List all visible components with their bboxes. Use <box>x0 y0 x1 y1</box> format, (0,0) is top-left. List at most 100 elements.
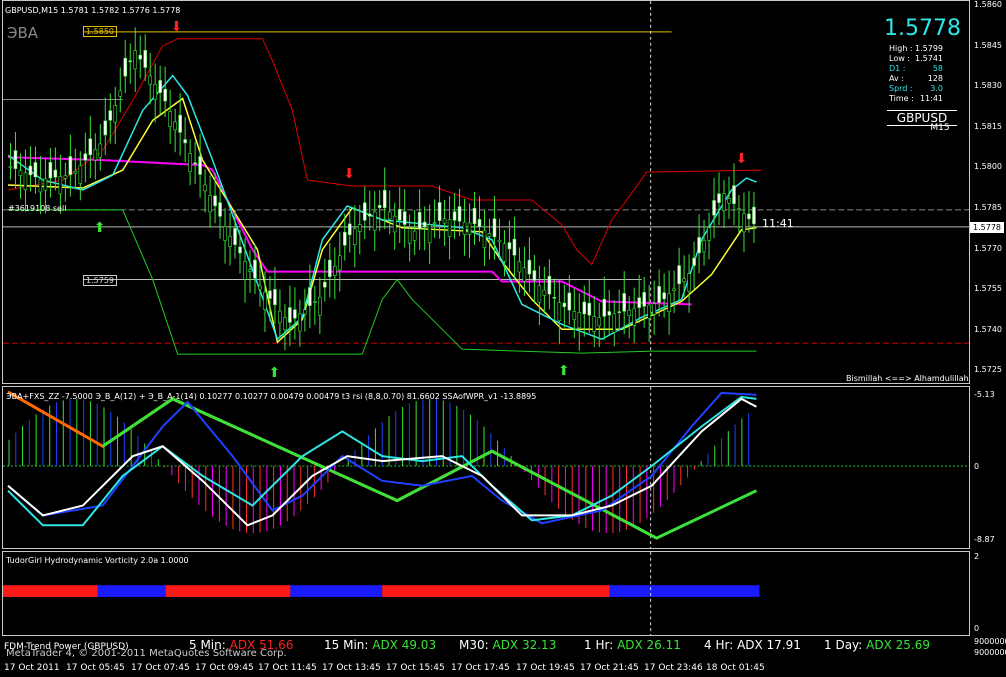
time-axis-label: 17 Oct 11:45 <box>258 663 317 673</box>
candle-body <box>342 231 347 246</box>
adx-label: 4 Hr: <box>704 638 738 652</box>
candle-body <box>602 298 607 317</box>
adx-label: 1 Hr: <box>584 638 618 652</box>
candle-body <box>268 290 272 299</box>
candle-body <box>747 213 751 220</box>
time-axis-label: 17 Oct 2011 <box>4 663 60 673</box>
main-chart-pane[interactable]: ⬇ ⬆ ⬆ ⬇ ⬆ ⬇ <box>2 0 970 384</box>
candle-body <box>392 215 397 233</box>
candle-body <box>298 313 302 332</box>
candle-body <box>328 259 332 278</box>
price-axis-label: 1.5725 <box>974 365 1002 375</box>
candle-body <box>412 230 417 241</box>
candle-body <box>732 185 736 205</box>
oscillator-chart[interactable] <box>3 387 969 548</box>
candle-body <box>607 311 612 316</box>
candle-body <box>263 291 267 310</box>
candle-body <box>687 273 691 292</box>
candle-body <box>467 222 472 235</box>
candle-body <box>28 165 33 176</box>
level-box-1585: 1.5850 <box>83 26 117 37</box>
candle-body <box>612 313 617 333</box>
candle-body <box>78 165 83 184</box>
price-axis-label: 1.5785 <box>974 203 1002 212</box>
candle-body <box>532 270 537 281</box>
candle-body <box>542 289 547 296</box>
candle-body <box>367 213 372 217</box>
price-axis-label: 1.5770 <box>974 243 1002 253</box>
vort-axis-bottom: 0 <box>974 624 980 633</box>
candle-body <box>527 259 532 275</box>
price-axis-label: 1.5800 <box>974 162 1002 172</box>
candle-body <box>677 265 681 285</box>
vorticity-header: TudorGirl Hydrodynamic Vorticity 2.0a 1.… <box>6 556 189 565</box>
time-axis-label: 17 Oct 17:45 <box>451 663 510 673</box>
candle-body <box>642 292 646 307</box>
time-axis-label: 18 Oct 01:45 <box>706 663 765 673</box>
candle-body <box>138 54 143 60</box>
oscillator-pane[interactable] <box>2 386 970 549</box>
candle-body <box>672 288 676 291</box>
price-axis-label: 1.5860 <box>974 0 1002 9</box>
stat-key: Av : <box>889 74 904 83</box>
candle-body <box>93 149 98 161</box>
candle-body <box>522 267 527 282</box>
candle-body <box>293 309 297 319</box>
candle-body <box>662 292 666 300</box>
candle-body <box>497 239 502 243</box>
adx-item: 15 Min: ADX 49.03 <box>324 638 436 652</box>
candle-body <box>727 198 731 204</box>
stat-value: 3.0 <box>930 84 943 93</box>
stat-value: 11:41 <box>919 94 943 103</box>
adx-value: ADX 32.13 <box>492 638 557 652</box>
stat-key: Time : <box>889 94 914 103</box>
order-label: #3619108 sell <box>8 204 67 213</box>
candle-body <box>547 275 552 295</box>
candle-body <box>552 297 557 299</box>
candle-body <box>537 285 542 303</box>
candle-body <box>357 224 362 232</box>
adx-value: ADX 26.11 <box>617 638 681 652</box>
stat-row: Sprd : 3.0 <box>881 84 961 94</box>
candle-body <box>617 311 622 313</box>
vort-bar-red-2 <box>165 585 291 597</box>
adx-label: 1 Day: <box>824 638 867 652</box>
vort-bar-red-1 <box>3 585 98 597</box>
candle-body <box>592 316 597 332</box>
price-axis-label: 1.5830 <box>974 81 1002 91</box>
time-axis: 17 Oct 2011 17 Oct 05:45 17 Oct 07:45 17 Oc… <box>0 662 1006 677</box>
candle-body <box>692 257 696 266</box>
footer-text: Bismillah <==> Alhamdulillah <box>846 374 969 383</box>
candle-body <box>707 227 711 241</box>
candle-body <box>362 202 367 221</box>
price-chart[interactable]: ⬇ ⬆ ⬆ ⬇ ⬆ ⬇ <box>3 1 969 383</box>
candle-body <box>23 172 28 191</box>
adx-value: ADX 17.91 <box>737 638 801 652</box>
right-axis-value-2: 9000000 <box>974 648 1006 657</box>
time-axis-label: 17 Oct 23:46 <box>644 663 703 673</box>
candle-body <box>53 169 58 178</box>
candle-body <box>422 221 427 228</box>
candle-body <box>492 218 497 238</box>
candle-body <box>313 301 317 303</box>
sell-arrow-2: ⬇ <box>343 166 355 182</box>
candle-body <box>143 50 148 68</box>
candle-body <box>652 303 656 315</box>
candle-body <box>273 289 277 306</box>
candle-body <box>113 105 118 123</box>
candle-body <box>213 195 217 207</box>
buy-arrow-1: ⬆ <box>94 220 106 236</box>
candle-body <box>38 178 43 193</box>
candle-body <box>457 206 462 222</box>
stat-value: 58 <box>932 64 943 73</box>
price-axis-label: 1.5740 <box>974 324 1002 334</box>
candle-body <box>482 229 487 248</box>
candle-body <box>18 170 23 176</box>
candle-body <box>702 240 706 253</box>
candle-body <box>487 233 492 237</box>
stat-row: Av : 128 <box>881 74 961 84</box>
candle-body <box>347 223 352 236</box>
candle-body <box>318 296 322 316</box>
candle-body <box>103 120 108 136</box>
vort-bar-blue-2 <box>290 585 383 597</box>
